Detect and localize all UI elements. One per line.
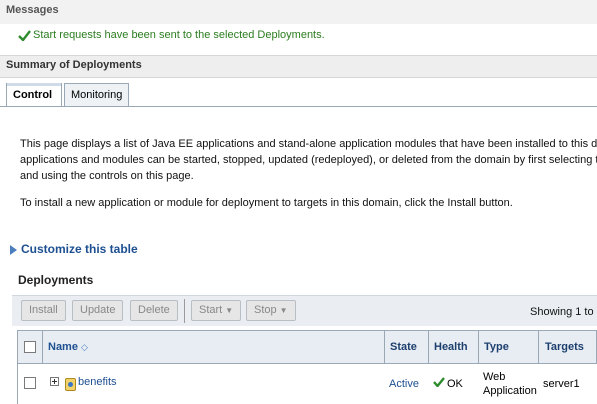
column-header-health[interactable]: Health [434, 341, 468, 353]
tab-monitoring-label: Monitoring [71, 89, 123, 101]
delete-button[interactable]: Delete [130, 300, 178, 321]
column-header-name[interactable]: Name ◇ [48, 341, 88, 353]
messages-header [0, 0, 597, 24]
tab-control-label: Control [13, 89, 53, 101]
chevron-down-icon: ▼ [279, 306, 288, 315]
tab-monitoring[interactable]: Monitoring [64, 83, 129, 107]
install-note: To install a new application or module f… [20, 197, 513, 209]
sort-icon[interactable]: ◇ [81, 342, 88, 352]
expand-triangle-icon[interactable] [10, 245, 17, 255]
deployments-title: Deployments [18, 273, 94, 287]
update-button-label: Update [80, 304, 116, 316]
deployment-type-line-1: Web [483, 371, 506, 383]
expand-icon[interactable] [50, 377, 59, 386]
select-all-checkbox[interactable] [24, 341, 36, 353]
column-header-targets[interactable]: Targets [545, 341, 584, 353]
column-header-state[interactable]: State [390, 341, 417, 353]
row-checkbox[interactable] [24, 377, 36, 389]
success-message: Start requests have been sent to the sel… [33, 29, 325, 41]
table-header [17, 330, 597, 364]
intro-line-3: and using the controls on this page. [20, 170, 194, 182]
delete-button-label: Delete [138, 304, 170, 316]
start-button-label: Start [199, 304, 223, 316]
stop-button-label: Stop [254, 304, 277, 316]
chevron-down-icon: ▼ [225, 306, 234, 315]
summary-title: Summary of Deployments [6, 59, 142, 71]
toolbar-separator [184, 299, 185, 323]
intro-line-2: applications and modules can be started,… [20, 154, 597, 166]
install-button-label: Install [29, 304, 58, 316]
tab-control[interactable]: Control [6, 83, 62, 107]
pagination-status: Showing 1 to [530, 306, 594, 318]
column-header-type[interactable]: Type [484, 341, 509, 353]
health-ok-icon [433, 377, 445, 390]
column-header-name-label: Name [48, 341, 78, 353]
deployment-health: OK [447, 378, 463, 390]
intro-line-1: This page displays a list of Java EE app… [20, 138, 597, 150]
web-app-icon [65, 378, 76, 391]
deployment-targets: server1 [543, 378, 580, 390]
messages-title: Messages [6, 4, 59, 16]
customize-table-link[interactable]: Customize this table [21, 242, 138, 256]
update-button[interactable]: Update [72, 300, 124, 321]
install-button[interactable]: Install [21, 300, 66, 321]
tab-divider [0, 106, 597, 107]
start-dropdown-button[interactable]: Start ▼ [191, 300, 242, 321]
stop-dropdown-button[interactable]: Stop ▼ [246, 300, 296, 321]
deployment-name-link[interactable]: benefits [78, 376, 117, 388]
check-icon [18, 30, 31, 44]
deployment-state: Active [389, 378, 419, 390]
deployment-type-line-2: Application [483, 385, 537, 397]
